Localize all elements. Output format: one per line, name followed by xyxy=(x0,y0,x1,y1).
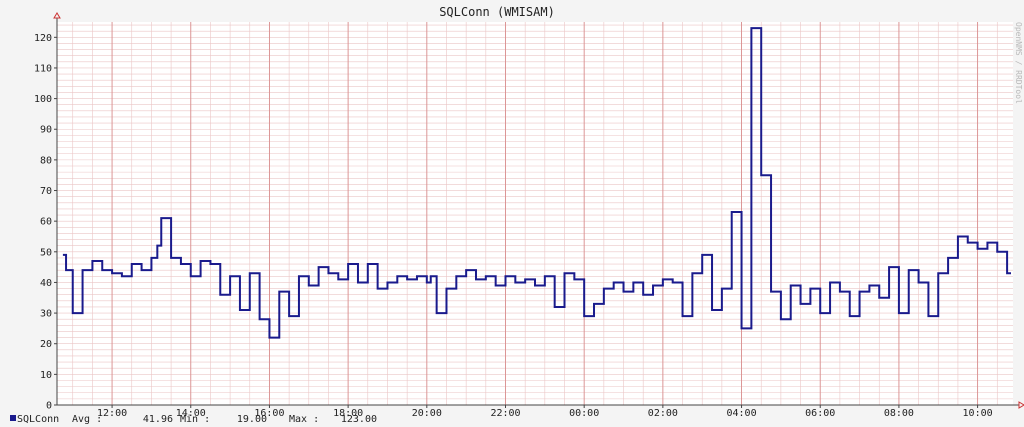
y-tick-label: 80 xyxy=(40,155,52,166)
y-tick-label: 50 xyxy=(40,247,52,258)
y-tick-label: 110 xyxy=(34,63,52,74)
legend-max-label: Max : xyxy=(289,414,319,425)
x-tick-label: 02:00 xyxy=(648,408,678,419)
y-tick-label: 100 xyxy=(34,94,52,105)
x-tick-label: 22:00 xyxy=(490,408,520,419)
x-axis-ticks: 12:00 14:00 16:00 18:00 20:00 22:00 00:00 02:00… xyxy=(97,405,993,419)
x-tick-label: 00:00 xyxy=(569,408,599,419)
x-tick-label: 10:00 xyxy=(963,408,993,419)
side-watermark: OpenNMS / RRDTool xyxy=(1014,22,1023,104)
y-tick-label: 60 xyxy=(40,217,52,228)
legend-min-label: Min : xyxy=(180,414,210,425)
y-tick-label: 120 xyxy=(34,33,52,44)
line-chart: 0102030405060708090100110120 12:00 14:00 1… xyxy=(10,5,1024,425)
y-tick-label: 20 xyxy=(40,339,52,350)
chart-title: SQLConn (WMISAM) xyxy=(439,5,555,19)
legend-avg-label: Avg : xyxy=(72,414,102,425)
x-tick-label: 20:00 xyxy=(412,408,442,419)
x-tick-label: 08:00 xyxy=(884,408,914,419)
y-tick-label: 0 xyxy=(46,401,52,412)
legend: SQLConn Avg : 41.96 Min : 19.00 Max : 12… xyxy=(10,414,377,425)
y-tick-label: 70 xyxy=(40,186,52,197)
legend-avg-value: 41.96 xyxy=(143,414,173,425)
x-tick-label: 04:00 xyxy=(726,408,756,419)
y-tick-label: 90 xyxy=(40,125,52,136)
y-tick-label: 30 xyxy=(40,309,52,320)
legend-min-value: 19.00 xyxy=(237,414,267,425)
x-tick-label: 06:00 xyxy=(805,408,835,419)
legend-series-label: SQLConn xyxy=(17,414,59,425)
y-axis-arrow xyxy=(53,12,61,19)
plot-area xyxy=(57,22,1013,405)
y-tick-label: 40 xyxy=(40,278,52,289)
y-axis-ticks: 0 10 20 30 40 50 60 70 80 90 100 110 120 xyxy=(34,33,57,412)
y-tick-label: 10 xyxy=(40,370,52,381)
legend-max-value: 123.00 xyxy=(341,414,377,425)
x-axis-arrow xyxy=(1018,401,1024,409)
legend-swatch xyxy=(10,415,16,421)
chart-container: 0 10 20 30 40 50 60 70 80 90 100 110 120 12:00 14:00 1… xyxy=(0,0,1024,427)
